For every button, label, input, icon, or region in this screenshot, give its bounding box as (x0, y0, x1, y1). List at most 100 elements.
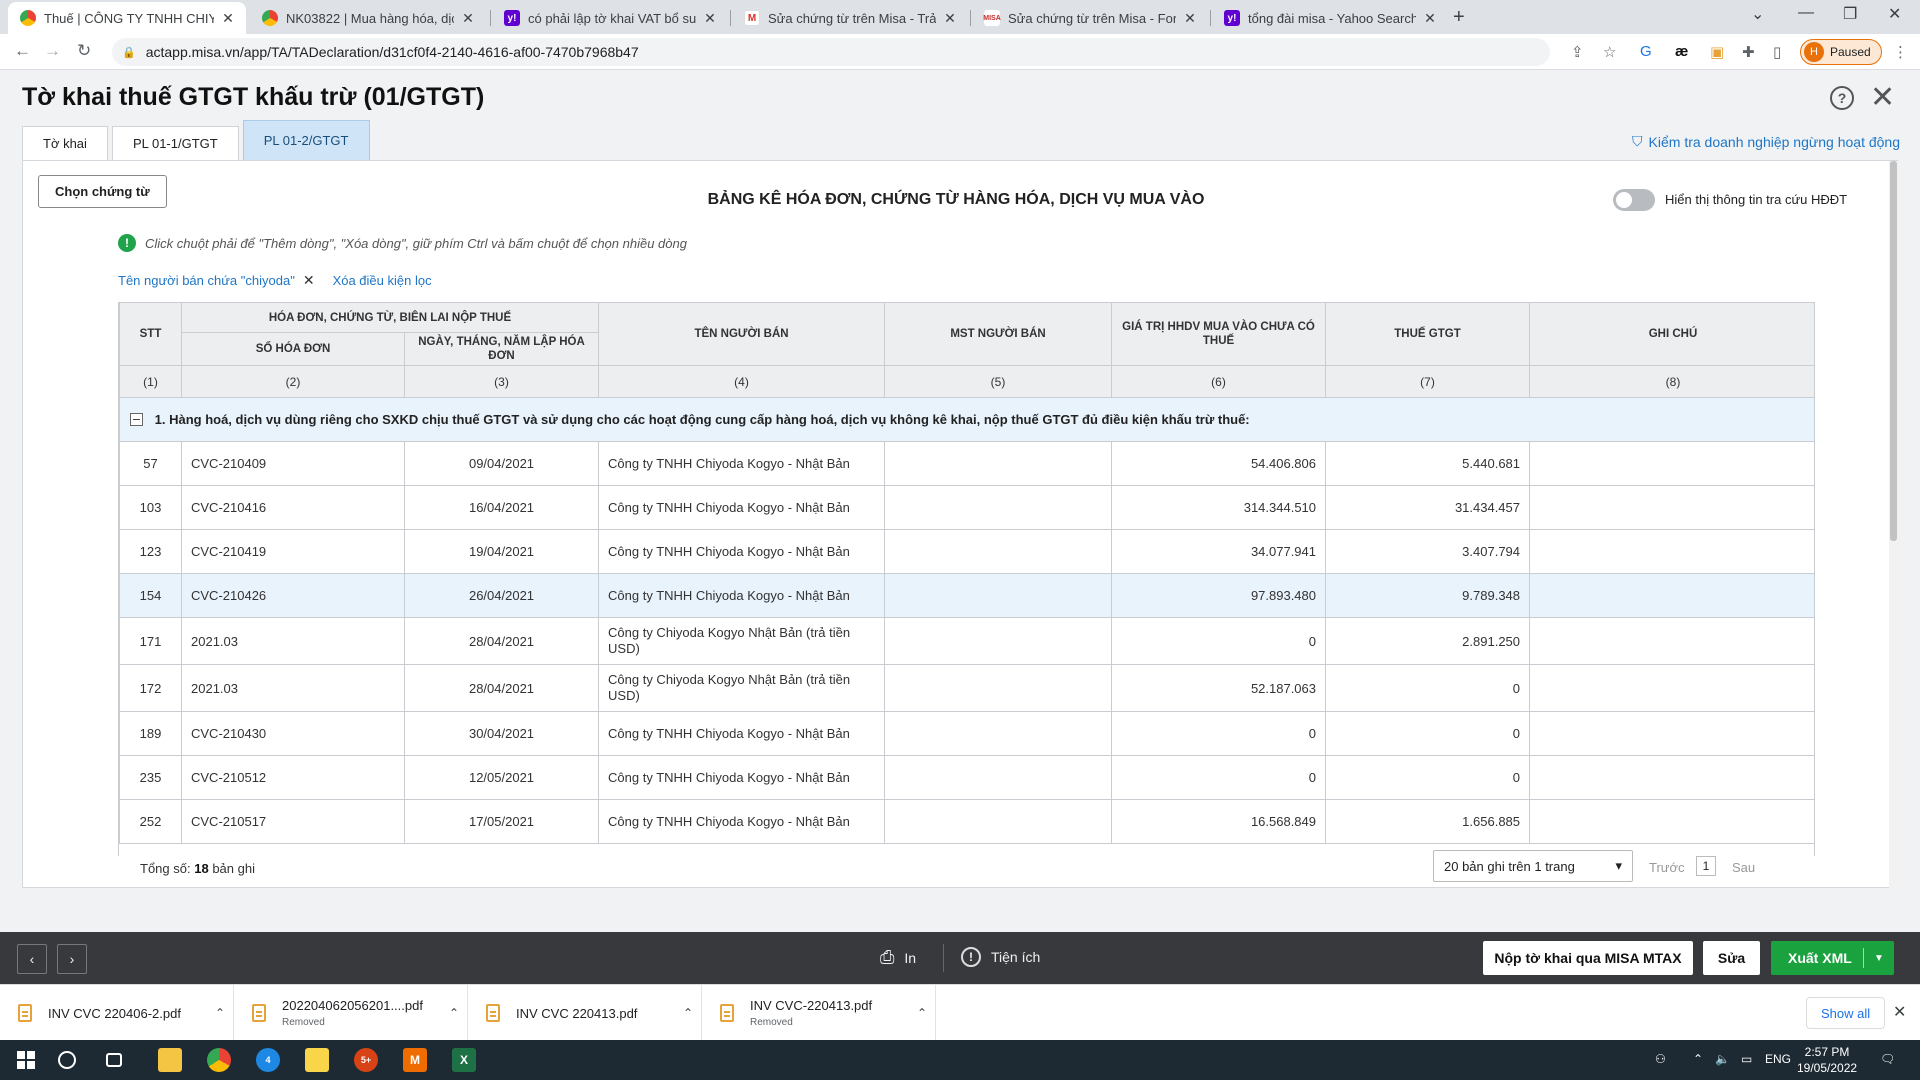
tab-pl-01-2[interactable]: PL 01-2/GTGT (242, 120, 370, 160)
header-seller-tax[interactable]: MST NGƯỜI BÁN (884, 302, 1113, 366)
download-item[interactable]: INV CVC 220406-2.pdf ⌃ (0, 985, 234, 1041)
group-row[interactable]: 1. Hàng hoá, dịch vụ dùng riêng cho SXKD… (119, 397, 1814, 442)
table-row[interactable]: 57 CVC-210409 09/04/2021 Công ty TNHH Chiyo… (119, 441, 1814, 486)
browser-tab-3[interactable]: M Sửa chứng từ trên Misa - Trả lời c ✕ (732, 2, 968, 34)
chevron-up-icon[interactable]: ⌃ (909, 1006, 935, 1020)
utilities-button[interactable]: ! Tiện ích (961, 947, 1040, 967)
sticky-notes-icon[interactable] (305, 1048, 329, 1072)
prev-page-button[interactable]: Trước (1649, 860, 1685, 875)
cell-invoice-no[interactable]: 2021.03 (181, 617, 405, 665)
vertical-scrollbar[interactable] (1889, 161, 1898, 889)
chevron-up-icon[interactable]: ⌃ (675, 1006, 701, 1020)
profile-button[interactable]: H Paused (1800, 39, 1882, 65)
download-item[interactable]: INV CVC 220413.pdf ⌃ (468, 985, 702, 1041)
chevron-up-icon[interactable]: ⌃ (207, 1006, 233, 1020)
cell-invoice-no[interactable]: 2021.03 (181, 664, 405, 712)
close-tab-icon[interactable]: ✕ (702, 10, 718, 27)
table-row[interactable]: 123 CVC-210419 19/04/2021 Công ty TNHH Chiy… (119, 529, 1814, 574)
page-number[interactable]: 1 (1696, 856, 1716, 876)
browser-tab-2[interactable]: y! có phải lập tờ khai VAT bổ sung k ✕ (492, 2, 728, 34)
header-value[interactable]: GIÁ TRỊ HHDV MUA VÀO CHƯA CÓ THUẾ (1111, 302, 1327, 366)
header-invoice-no[interactable]: SỐ HÓA ĐƠN (181, 332, 405, 366)
help-icon[interactable]: ? (1830, 86, 1854, 110)
einvoice-toggle[interactable] (1613, 189, 1655, 211)
cell-invoice-no[interactable]: CVC-210512 (181, 755, 405, 800)
tab-pl-01-1[interactable]: PL 01-1/GTGT (111, 126, 239, 160)
cell-invoice-no[interactable]: CVC-210426 (181, 573, 405, 618)
misa-taskbar-icon[interactable]: M (403, 1048, 427, 1072)
filter-chip-label[interactable]: Tên người bán chứa "chiyoda" (118, 273, 295, 288)
side-panel-icon[interactable]: ▯ (1773, 43, 1781, 61)
caret-down-icon[interactable]: ▼ (1864, 953, 1894, 964)
edit-button[interactable]: Sửa (1703, 941, 1760, 975)
close-tab-icon[interactable]: ✕ (460, 10, 476, 27)
remove-filter-icon[interactable]: ✕ (303, 272, 315, 289)
table-row[interactable]: 252 CVC-210517 17/05/2021 Công ty TNHH Chiy… (119, 799, 1814, 844)
table-row[interactable]: 172 2021.03 28/04/2021 Công ty Chiyoda Kogy… (119, 664, 1814, 712)
window-close-icon[interactable]: ✕ (1888, 4, 1901, 24)
browser-tab-1[interactable]: NK03822 | Mua hàng hóa, dịch v ✕ (250, 2, 486, 34)
print-button[interactable]: ⎙ In (880, 947, 916, 968)
chrome-taskbar-icon[interactable] (207, 1048, 231, 1072)
task-view-icon[interactable] (106, 1053, 122, 1067)
table-row[interactable]: 154 CVC-210426 26/04/2021 Công ty TNHH Chiy… (119, 573, 1814, 618)
excel-icon[interactable]: X (452, 1048, 476, 1072)
search-icon[interactable] (58, 1051, 76, 1069)
cell-invoice-no[interactable]: CVC-210416 (181, 485, 405, 530)
collapse-icon[interactable] (130, 413, 143, 426)
network-icon[interactable]: ▭ (1741, 1052, 1752, 1066)
new-tab-button[interactable]: + (1453, 6, 1465, 29)
notifications-icon[interactable]: 🗨 (1880, 1052, 1895, 1066)
cell-invoice-no[interactable]: CVC-210517 (181, 799, 405, 844)
tab-to-khai[interactable]: Tờ khai (22, 126, 108, 160)
page-size-select[interactable]: 20 bản ghi trên 1 trang ▾ (1433, 850, 1633, 882)
clear-filter-link[interactable]: Xóa điều kiện lọc (333, 273, 432, 288)
download-item[interactable]: 202204062056201....pdf Removed ⌃ (234, 985, 468, 1041)
browser-tab-5[interactable]: y! tổng đài misa - Yahoo Search Res ✕ (1212, 2, 1448, 34)
header-invoice-date[interactable]: NGÀY, THÁNG, NĂM LẬP HÓA ĐƠN (403, 332, 600, 366)
reload-icon[interactable]: ↻ (77, 41, 91, 61)
cell-invoice-no[interactable]: CVC-210430 (181, 711, 405, 756)
scrollbar-thumb[interactable] (1890, 161, 1897, 541)
edge-taskbar-icon[interactable]: 4 (256, 1048, 280, 1072)
export-xml-button[interactable]: Xuất XML ▼ (1771, 941, 1894, 975)
address-bar[interactable]: 🔒 actapp.misa.vn/app/TA/TADeclaration/d3… (112, 38, 1550, 66)
translate-icon[interactable]: G (1640, 43, 1652, 60)
submit-mtax-button[interactable]: Nộp tờ khai qua MISA MTAX (1483, 941, 1693, 975)
tab-search-icon[interactable]: ⌄ (1751, 4, 1764, 24)
next-record-button[interactable]: › (57, 944, 87, 974)
browser-tab-0[interactable]: Thuế | CÔNG TY TNHH CHIYODA ✕ (8, 2, 246, 34)
windows-start-icon[interactable] (14, 1048, 38, 1072)
chevron-up-icon[interactable]: ⌃ (441, 1006, 467, 1020)
file-explorer-icon[interactable] (158, 1048, 182, 1072)
close-tab-icon[interactable]: ✕ (1182, 10, 1198, 27)
language-indicator[interactable]: ENG (1765, 1052, 1791, 1066)
close-shelf-icon[interactable]: ✕ (1893, 1002, 1906, 1022)
extension-ae-icon[interactable]: æ (1675, 43, 1688, 60)
table-row[interactable]: 235 CVC-210512 12/05/2021 Công ty TNHH Chiy… (119, 755, 1814, 800)
minimize-icon[interactable]: — (1798, 4, 1814, 22)
table-row[interactable]: 103 CVC-210416 16/04/2021 Công ty TNHH Chiy… (119, 485, 1814, 530)
chevron-up-icon[interactable]: ⌃ (1693, 1052, 1703, 1066)
cell-invoice-no[interactable]: CVC-210419 (181, 529, 405, 574)
next-page-button[interactable]: Sau (1732, 860, 1755, 875)
share-icon[interactable]: ⇪ (1571, 43, 1584, 61)
back-icon[interactable]: ← (14, 41, 31, 61)
header-vat[interactable]: THUẾ GTGT (1325, 302, 1531, 366)
close-tab-icon[interactable]: ✕ (1422, 10, 1438, 27)
system-clock[interactable]: 2:57 PM 19/05/2022 (1797, 1044, 1857, 1076)
close-tab-icon[interactable]: ✕ (942, 10, 958, 27)
browser-tab-4[interactable]: MISA Sửa chứng từ trên Misa - Forum c ✕ (972, 2, 1208, 34)
download-item[interactable]: INV CVC-220413.pdf Removed ⌃ (702, 985, 936, 1041)
forward-icon[interactable]: → (44, 41, 61, 61)
show-all-downloads-button[interactable]: Show all (1806, 997, 1886, 1029)
close-icon[interactable]: ✕ (1870, 80, 1895, 115)
prev-record-button[interactable]: ‹ (17, 944, 47, 974)
table-row[interactable]: 171 2021.03 28/04/2021 Công ty Chiyoda Kogy… (119, 617, 1814, 665)
menu-kebab-icon[interactable]: ⋮ (1893, 43, 1908, 61)
header-stt[interactable]: STT (119, 302, 182, 366)
check-business-link[interactable]: ⛉ Kiểm tra doanh nghiệp ngừng hoạt động (1632, 133, 1900, 150)
extensions-puzzle-icon[interactable]: ✚ (1742, 43, 1755, 61)
header-seller[interactable]: TÊN NGƯỜI BÁN (598, 302, 886, 366)
extension-box-icon[interactable]: ▣ (1710, 43, 1724, 61)
